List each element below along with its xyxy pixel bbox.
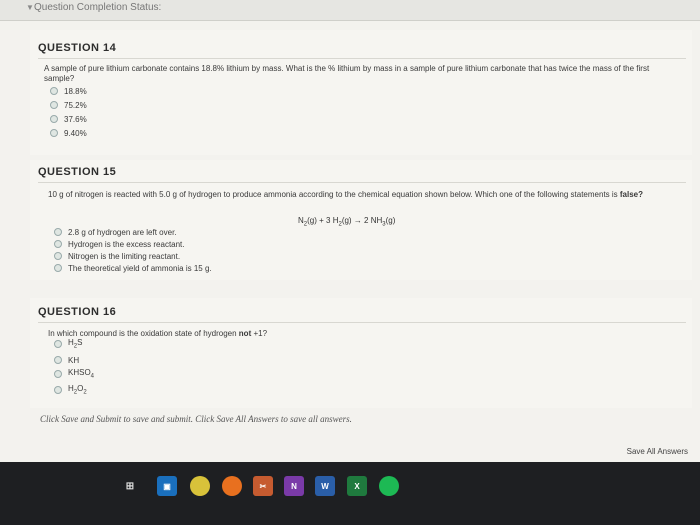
photos-icon[interactable]: ▣ bbox=[157, 476, 177, 496]
question-title: QUESTION 15 bbox=[38, 166, 117, 178]
option-1[interactable]: 18.8% bbox=[50, 85, 87, 97]
option-label: 18.8% bbox=[64, 86, 87, 96]
footer-instructions: Click Save and Submit to save and submit… bbox=[40, 414, 352, 424]
radio-button[interactable] bbox=[50, 129, 58, 137]
option-1[interactable]: 2.8 g of hydrogen are left over. bbox=[54, 226, 177, 238]
status-label: Question Completion Status: bbox=[34, 2, 162, 13]
radio-button[interactable] bbox=[54, 252, 62, 260]
option-label: 75.2% bbox=[64, 100, 87, 110]
question-text-main: 10 g of nitrogen is reacted with 5.0 g o… bbox=[48, 190, 620, 199]
radio-button[interactable] bbox=[54, 370, 62, 378]
radio-button[interactable] bbox=[54, 386, 62, 394]
option-2[interactable]: KH bbox=[54, 354, 79, 366]
question-text: 10 g of nitrogen is reacted with 5.0 g o… bbox=[48, 190, 658, 200]
radio-button[interactable] bbox=[54, 240, 62, 248]
question-text: In which compound is the oxidation state… bbox=[48, 329, 658, 339]
option-2[interactable]: 75.2% bbox=[50, 99, 87, 111]
chrome-icon[interactable] bbox=[190, 476, 210, 496]
option-3[interactable]: 37.6% bbox=[50, 113, 87, 125]
question-title: QUESTION 14 bbox=[38, 42, 117, 54]
option-label: Nitrogen is the limiting reactant. bbox=[68, 251, 181, 261]
option-label: 37.6% bbox=[64, 114, 87, 124]
option-label: H2O2 bbox=[68, 384, 87, 396]
emphasis-not: not bbox=[238, 329, 252, 338]
divider bbox=[38, 182, 686, 183]
option-label: 9.40% bbox=[64, 128, 87, 138]
option-label: Hydrogen is the excess reactant. bbox=[68, 239, 185, 249]
radio-button[interactable] bbox=[54, 228, 62, 236]
option-label: KHSO4 bbox=[68, 368, 95, 380]
spotify-icon[interactable] bbox=[379, 476, 399, 496]
excel-icon[interactable]: X bbox=[347, 476, 367, 496]
radio-button[interactable] bbox=[50, 87, 58, 95]
option-3[interactable]: Nitrogen is the limiting reactant. bbox=[54, 250, 180, 262]
question-completion-status-bar[interactable]: ▼ Question Completion Status: bbox=[0, 0, 700, 21]
option-4[interactable]: The theoretical yield of ammonia is 15 g… bbox=[54, 262, 212, 274]
option-1[interactable]: H2S bbox=[54, 338, 82, 350]
divider bbox=[38, 322, 686, 323]
option-4[interactable]: 9.40% bbox=[50, 127, 87, 139]
onenote-icon[interactable]: N bbox=[284, 476, 304, 496]
word-icon[interactable]: W bbox=[315, 476, 335, 496]
chemical-equation: N2(g) + 3 H2(g) → 2 NH3(g) bbox=[298, 216, 396, 228]
snipping-tool-icon[interactable]: ✂ bbox=[253, 476, 273, 496]
divider bbox=[38, 58, 686, 59]
question-15-block: QUESTION 15 10 g of nitrogen is reacted … bbox=[30, 160, 692, 280]
question-title: QUESTION 16 bbox=[38, 306, 117, 318]
firefox-icon[interactable] bbox=[222, 476, 242, 496]
radio-button[interactable] bbox=[54, 340, 62, 348]
option-label: H2S bbox=[68, 338, 83, 350]
option-3[interactable]: KHSO4 bbox=[54, 368, 94, 380]
question-text: A sample of pure lithium carbonate conta… bbox=[44, 64, 650, 83]
save-all-answers-button[interactable]: Save All Answers bbox=[627, 447, 688, 456]
radio-button[interactable] bbox=[54, 264, 62, 272]
option-2[interactable]: Hydrogen is the excess reactant. bbox=[54, 238, 185, 250]
radio-button[interactable] bbox=[50, 115, 58, 123]
question-text-main: In which compound is the oxidation state… bbox=[48, 329, 239, 338]
taskbar: ⊞ ▣ ✂ N W X bbox=[0, 462, 700, 525]
question-16-block: QUESTION 16 In which compound is the oxi… bbox=[30, 298, 692, 408]
option-4[interactable]: H2O2 bbox=[54, 384, 87, 396]
emphasis-false: false? bbox=[619, 190, 644, 199]
option-label: 2.8 g of hydrogen are left over. bbox=[68, 227, 177, 237]
question-text-end: +1? bbox=[251, 329, 268, 338]
option-label: KH bbox=[68, 355, 80, 365]
task-view-icon[interactable]: ⊞ bbox=[120, 476, 140, 496]
question-14-block: QUESTION 14 A sample of pure lithium car… bbox=[30, 30, 692, 155]
radio-button[interactable] bbox=[50, 101, 58, 109]
collapse-arrow-icon[interactable]: ▼ bbox=[26, 3, 34, 12]
radio-button[interactable] bbox=[54, 356, 62, 364]
option-label: The theoretical yield of ammonia is 15 g… bbox=[68, 263, 212, 273]
